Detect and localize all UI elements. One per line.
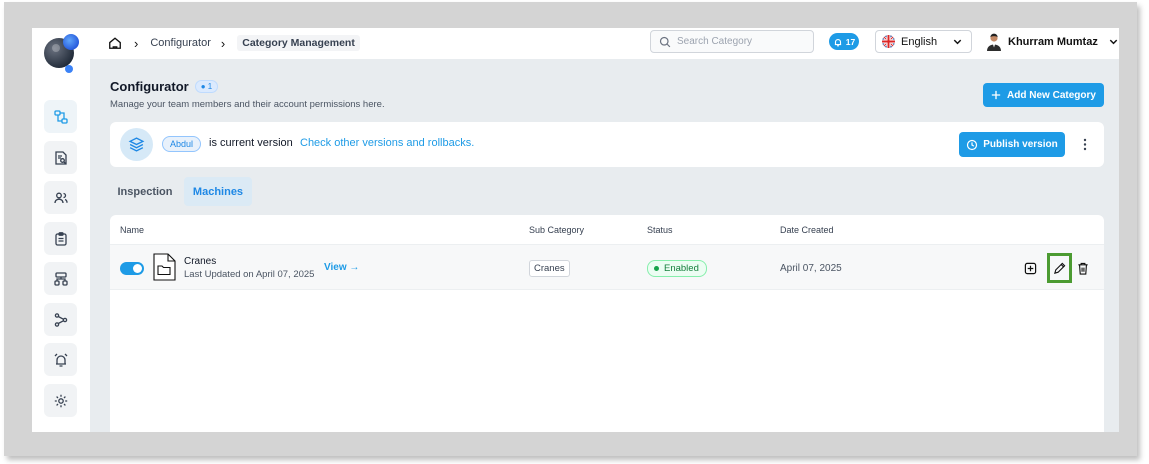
alarm-icon [54,353,67,367]
column-header-date-created: Date Created [780,225,834,235]
sidebar-item-checklists[interactable] [44,222,77,255]
breadcrumb-current: Category Management [237,35,360,51]
language-label: English [901,35,938,48]
tab-machines[interactable]: Machines [184,177,252,206]
sidebar-item-flow[interactable] [44,100,77,133]
version-owner-badge: Abdul [162,136,202,152]
sidebar-item-workflows[interactable] [44,303,77,336]
folder-file-icon [153,253,176,281]
column-header-sub-category: Sub Category [529,225,585,235]
category-table: Name Sub Category Status Date Created Cr… [110,215,1104,432]
alarm-icon [834,38,841,46]
chevron-right-icon: › [134,35,139,51]
add-subcategory-button[interactable] [1021,259,1039,277]
app-logo [44,34,79,73]
last-updated-text: Last Updated on April 07, 2025 [184,269,315,280]
date-created: April 07, 2025 [780,263,842,274]
sidebar-item-reports[interactable] [44,141,77,174]
document-search-icon [54,150,67,165]
notifications-button[interactable]: 17 [829,33,859,50]
table-row[interactable]: Cranes Last Updated on April 07, 2025 Vi… [110,244,1104,290]
home-icon[interactable] [108,36,122,50]
settings-icon [54,394,67,407]
sidebar-item-hierarchy[interactable] [44,262,77,295]
delete-button[interactable] [1074,259,1092,277]
count-badge: ● 1 [194,80,219,93]
column-header-status: Status [647,225,673,235]
users-icon [53,192,68,203]
column-header-name: Name [120,225,145,235]
count-badge-value: 1 [207,82,213,91]
version-status-text: is current version [209,137,293,149]
add-new-category-button[interactable]: Add New Category [983,83,1104,107]
status-badge: Enabled [647,260,707,277]
layers-icon [120,128,153,161]
publish-version-button[interactable]: Publish version [959,132,1065,157]
status-dot [654,266,659,271]
enable-toggle[interactable] [120,262,144,275]
sub-category-tag: Cranes [529,260,570,277]
trash-icon [1078,262,1088,275]
more-options-icon[interactable] [1080,136,1090,152]
view-link-label: View [324,262,347,273]
breadcrumb-configurator[interactable]: Configurator [150,37,211,49]
search-input[interactable] [677,36,807,47]
chevron-down-icon [1109,39,1118,45]
add-new-category-label: Add New Category [1007,89,1096,101]
category-name: Cranes [184,256,217,267]
publish-version-label: Publish version [983,139,1058,150]
edit-button[interactable] [1047,253,1072,283]
avatar [987,33,1001,51]
arrow-right-icon: → [349,262,360,273]
user-name: Khurram Mumtaz [1008,35,1098,48]
plus-square-icon [1024,262,1036,274]
user-menu[interactable]: Khurram Mumtaz [986,30,1119,53]
screenshot-frame: › Configurator › Category Management 17 [4,2,1137,456]
search-box [650,30,814,53]
page-title-text: Configurator [110,79,189,94]
sidebar-item-users[interactable] [44,181,77,214]
sidebar-item-alarms[interactable] [44,343,77,376]
clipboard-icon [54,231,67,246]
clock-icon [967,139,978,150]
flow-icon [53,109,68,124]
uk-flag-icon [882,35,895,48]
language-select[interactable]: English [875,30,972,53]
page-subtitle: Manage your team members and their accou… [110,99,385,110]
version-history-link[interactable]: Check other versions and rollbacks. [300,137,474,149]
status-label: Enabled [664,263,699,274]
topbar: › Configurator › Category Management 17 [90,28,1119,59]
pencil-icon [1054,262,1066,274]
tab-inspection[interactable]: Inspection [112,177,178,206]
sidebar-item-settings[interactable] [44,384,77,417]
branch-icon [54,312,67,327]
app-window: › Configurator › Category Management 17 [32,28,1119,432]
search-icon [659,36,671,47]
sidebar [32,28,90,432]
chevron-down-icon [953,39,962,45]
hierarchy-icon [53,271,68,286]
notification-count: 17 [845,36,856,47]
page-title: Configurator ● 1 [110,79,219,94]
breadcrumb: › Configurator › Category Management [108,34,360,52]
plus-icon [991,90,1001,100]
chevron-right-icon: › [220,35,226,51]
version-banner: Abdul is current version Check other ver… [110,122,1104,167]
view-link[interactable]: View → [324,262,359,273]
